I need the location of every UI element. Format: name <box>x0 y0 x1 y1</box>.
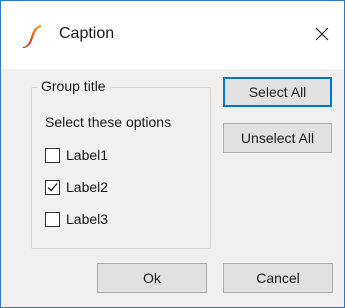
checkbox-box[interactable] <box>45 147 60 163</box>
checkbox-label: Label1 <box>66 147 109 163</box>
checkbox-label: Label3 <box>66 211 109 227</box>
close-button[interactable] <box>299 13 344 57</box>
checkbox-box-checked[interactable] <box>45 179 60 195</box>
checkbox-label2[interactable]: Label2 <box>45 178 108 196</box>
group-title: Group title <box>37 78 110 94</box>
window-title: Caption <box>59 25 115 42</box>
title-bar[interactable]: Caption <box>1 1 344 69</box>
checkbox-label3[interactable]: Label3 <box>45 210 108 228</box>
cancel-button[interactable]: Cancel <box>223 263 333 293</box>
ok-button[interactable]: Ok <box>97 263 207 293</box>
checkbox-box[interactable] <box>45 211 60 227</box>
swoosh-logo-icon <box>21 23 43 49</box>
group-hint-label: Select these options <box>45 114 172 130</box>
select-all-button[interactable]: Select All <box>223 77 332 107</box>
checkmark-icon <box>47 182 58 191</box>
checkbox-label: Label2 <box>66 179 109 195</box>
unselect-all-button[interactable]: Unselect All <box>223 123 332 153</box>
close-icon <box>315 27 329 44</box>
dialog-window: Caption Group title Select these options… <box>0 0 345 308</box>
checkbox-label1[interactable]: Label1 <box>45 146 108 164</box>
